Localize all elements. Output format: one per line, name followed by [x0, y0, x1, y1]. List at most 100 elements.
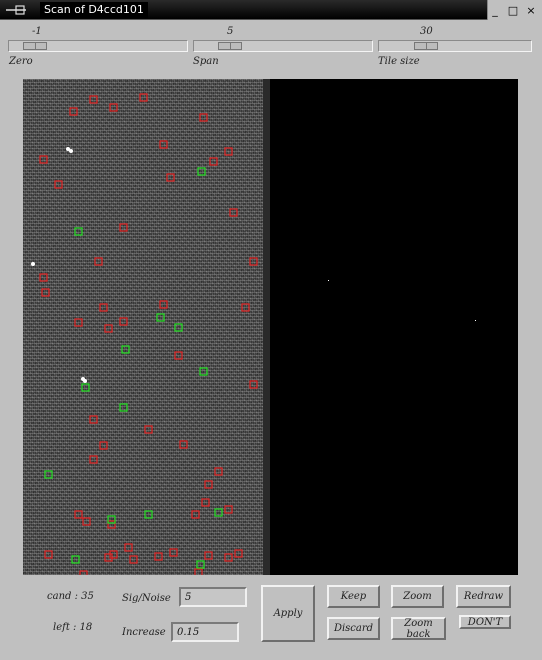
- candidate-marker[interactable]: [159, 300, 168, 309]
- candidate-marker[interactable]: [124, 543, 133, 552]
- candidate-marker[interactable]: [156, 313, 165, 322]
- sig-noise-input[interactable]: [179, 587, 247, 607]
- candidate-marker[interactable]: [139, 93, 148, 102]
- zoom-view[interactable]: [270, 79, 518, 575]
- candidate-marker[interactable]: [104, 324, 113, 333]
- span-slider-thumb[interactable]: [218, 42, 242, 50]
- candidate-marker[interactable]: [119, 317, 128, 326]
- candidate-marker[interactable]: [191, 510, 200, 519]
- candidate-marker[interactable]: [224, 147, 233, 156]
- candidate-marker[interactable]: [119, 403, 128, 412]
- candidate-marker[interactable]: [204, 480, 213, 489]
- apply-button[interactable]: Apply: [261, 585, 315, 642]
- candidate-marker[interactable]: [44, 470, 53, 479]
- candidate-marker[interactable]: [82, 517, 91, 526]
- bright-artifact: [83, 379, 87, 383]
- increase-input[interactable]: [171, 622, 239, 642]
- increase-label: Increase: [122, 627, 166, 638]
- candidate-marker[interactable]: [199, 367, 208, 376]
- keep-button[interactable]: Keep: [327, 585, 380, 608]
- candidate-marker[interactable]: [39, 273, 48, 282]
- candidate-marker[interactable]: [44, 550, 53, 559]
- scan-image[interactable]: [23, 79, 270, 575]
- candidate-marker[interactable]: [144, 425, 153, 434]
- discard-button[interactable]: Discard: [327, 617, 380, 640]
- candidate-marker[interactable]: [89, 415, 98, 424]
- candidate-marker[interactable]: [79, 570, 88, 575]
- zoom-button[interactable]: Zoom: [391, 585, 444, 608]
- zero-slider-value: -1: [32, 26, 42, 37]
- redraw-button[interactable]: Redraw: [456, 585, 511, 608]
- candidate-marker[interactable]: [74, 227, 83, 236]
- dont-button[interactable]: DON'T: [459, 615, 511, 629]
- candidate-marker[interactable]: [144, 510, 153, 519]
- candidate-marker[interactable]: [119, 223, 128, 232]
- candidate-marker[interactable]: [89, 455, 98, 464]
- close-icon[interactable]: ×: [524, 3, 538, 17]
- zero-slider-label: Zero: [9, 56, 33, 67]
- left-count: left : 18: [53, 622, 93, 633]
- candidate-marker[interactable]: [174, 323, 183, 332]
- candidate-marker[interactable]: [209, 157, 218, 166]
- candidate-marker[interactable]: [74, 318, 83, 327]
- candidate-marker[interactable]: [54, 180, 63, 189]
- window-controls: _ □ ×: [487, 0, 542, 20]
- tile-size-slider-thumb[interactable]: [414, 42, 438, 50]
- candidate-marker[interactable]: [99, 303, 108, 312]
- title-bar: Scan of D4ccd101 _ □ ×: [0, 0, 542, 20]
- candidate-marker[interactable]: [194, 568, 203, 575]
- candidate-marker[interactable]: [179, 440, 188, 449]
- span-slider-value: 5: [227, 26, 234, 37]
- candidate-marker[interactable]: [109, 103, 118, 112]
- candidate-marker[interactable]: [39, 155, 48, 164]
- candidate-marker[interactable]: [94, 257, 103, 266]
- maximize-icon[interactable]: □: [506, 3, 520, 17]
- candidate-marker[interactable]: [197, 167, 206, 176]
- candidate-marker[interactable]: [214, 467, 223, 476]
- candidate-marker[interactable]: [199, 113, 208, 122]
- zero-slider-thumb[interactable]: [23, 42, 47, 50]
- candidate-marker[interactable]: [166, 173, 175, 182]
- candidate-marker[interactable]: [204, 551, 213, 560]
- candidate-marker[interactable]: [99, 441, 108, 450]
- candidate-marker[interactable]: [169, 548, 178, 557]
- zoom-star: [475, 320, 476, 321]
- candidate-marker[interactable]: [107, 520, 116, 529]
- zero-slider[interactable]: [8, 40, 188, 52]
- window-menu-icon[interactable]: [4, 3, 28, 17]
- candidate-marker[interactable]: [224, 553, 233, 562]
- candidate-marker[interactable]: [241, 303, 250, 312]
- candidate-marker[interactable]: [154, 552, 163, 561]
- candidate-marker[interactable]: [69, 107, 78, 116]
- candidate-marker[interactable]: [214, 508, 223, 517]
- candidate-marker[interactable]: [41, 288, 50, 297]
- candidate-marker[interactable]: [224, 505, 233, 514]
- candidate-marker[interactable]: [71, 555, 80, 564]
- bright-artifact: [69, 149, 73, 153]
- candidate-marker[interactable]: [229, 208, 238, 217]
- zoom-back-button[interactable]: Zoom back: [391, 617, 446, 640]
- minimize-icon[interactable]: _: [488, 3, 502, 17]
- image-edge: [263, 79, 270, 575]
- tile-size-slider[interactable]: [378, 40, 532, 52]
- span-slider-label: Span: [193, 56, 219, 67]
- candidate-marker[interactable]: [129, 555, 138, 564]
- candidate-marker[interactable]: [249, 257, 258, 266]
- tile-size-slider-label: Tile size: [378, 56, 420, 67]
- candidate-marker[interactable]: [121, 345, 130, 354]
- candidate-marker[interactable]: [81, 383, 90, 392]
- candidate-marker[interactable]: [89, 95, 98, 104]
- candidate-marker[interactable]: [174, 351, 183, 360]
- candidate-marker[interactable]: [249, 380, 258, 389]
- candidate-marker[interactable]: [107, 515, 116, 524]
- span-slider[interactable]: [193, 40, 373, 52]
- candidate-marker[interactable]: [159, 140, 168, 149]
- candidate-marker[interactable]: [234, 549, 243, 558]
- window-title: Scan of D4ccd101: [40, 2, 148, 18]
- tile-size-slider-value: 30: [420, 26, 433, 37]
- zoom-star: [328, 280, 329, 281]
- candidate-marker[interactable]: [201, 498, 210, 507]
- candidate-marker[interactable]: [196, 560, 205, 569]
- bright-artifact: [31, 262, 35, 266]
- candidate-marker[interactable]: [74, 510, 83, 519]
